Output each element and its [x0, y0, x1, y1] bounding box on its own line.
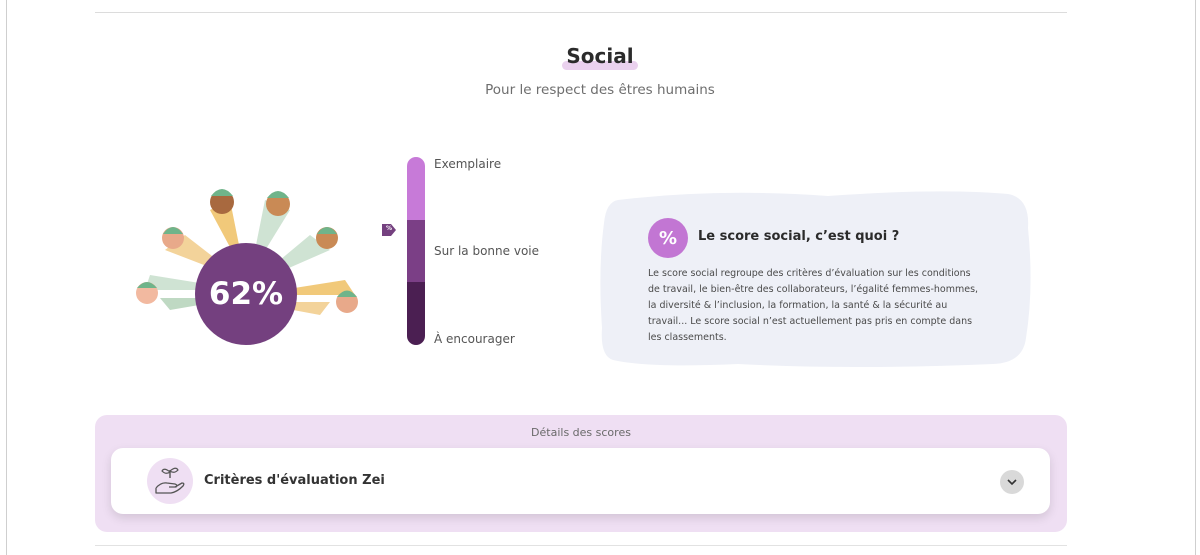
hand-seedling-icon — [147, 458, 193, 504]
info-text: Le score social regroupe des critères d’… — [648, 268, 979, 343]
percent-icon: % — [648, 218, 688, 258]
hand-seedling-icon-graphic — [155, 467, 185, 494]
chevron-down-glyph — [1007, 479, 1017, 486]
marker-symbol: % — [385, 225, 392, 232]
top-divider — [95, 12, 1067, 13]
page-title: Social — [562, 44, 638, 70]
info-title: Le score social, c’est quoi ? — [698, 229, 900, 244]
level-label-bonne-voie: Sur la bonne voie — [434, 244, 539, 258]
criteria-title: Critères d'évaluation Zei — [204, 473, 385, 488]
header: Social — [0, 44, 1200, 70]
gauge-segment-bonne-voie — [407, 220, 425, 282]
criteria-accordion[interactable]: Critères d'évaluation Zei — [111, 448, 1050, 514]
gauge-segment-exemplaire — [407, 157, 425, 220]
gauge-segment-encourager — [407, 282, 425, 345]
chevron-down-icon[interactable] — [1000, 470, 1024, 494]
percent-icon-symbol: % — [658, 227, 678, 249]
score-details-panel: Détails des scores Critères d'évaluation… — [95, 415, 1067, 532]
gauge-marker: % — [381, 222, 397, 236]
details-label: Détails des scores — [531, 426, 631, 439]
level-label-encourager: À encourager — [434, 332, 515, 346]
page-subtitle: Pour le respect des êtres humains — [485, 82, 715, 98]
score-circle: 62% — [195, 243, 297, 345]
page-title-text: Social — [566, 44, 634, 68]
score-value: 62% — [208, 276, 284, 312]
level-label-exemplaire: Exemplaire — [434, 157, 502, 171]
bottom-divider — [95, 545, 1067, 546]
score-gauge — [407, 157, 425, 345]
